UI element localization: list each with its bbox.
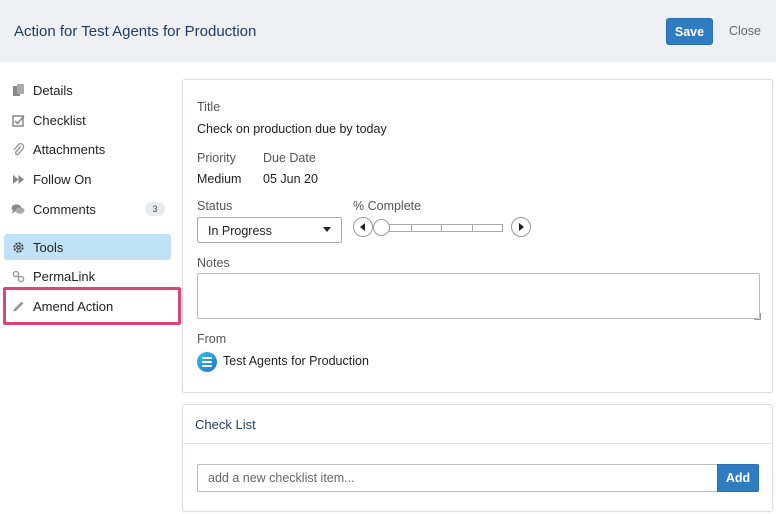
notes-label: Notes	[197, 256, 230, 270]
checklist-header: Check List	[183, 405, 772, 444]
link-icon	[10, 268, 26, 284]
from-value: Test Agents for Production	[223, 354, 369, 368]
title-value: Check on production due by today	[197, 122, 387, 136]
sidebar-item-comments[interactable]: Comments 3	[4, 196, 171, 222]
sidebar-item-attachments[interactable]: Attachments	[4, 136, 171, 162]
checklist-title: Check List	[195, 417, 256, 432]
sidebar-item-label: Comments	[33, 202, 96, 217]
page-title: Action for Test Agents for Production	[14, 23, 257, 40]
checkbox-icon	[10, 112, 26, 128]
resize-grip-icon[interactable]	[754, 313, 761, 320]
gear-icon	[10, 239, 26, 255]
fast-forward-icon	[10, 171, 26, 187]
sidebar-item-label: Attachments	[33, 142, 106, 157]
paperclip-icon	[10, 141, 26, 157]
sidebar-item-follow-on[interactable]: Follow On	[4, 166, 171, 192]
chat-bubble-icon	[10, 201, 26, 217]
action-details-card: Title Check on production due by today P…	[182, 79, 773, 393]
sidebar-item-label: Follow On	[33, 172, 92, 187]
sidebar-item-permalink[interactable]: PermaLink	[4, 263, 171, 289]
status-selected-value: In Progress	[208, 224, 272, 238]
percent-complete-label: % Complete	[353, 199, 422, 213]
percent-complete-slider[interactable]	[380, 224, 503, 232]
due-date-value: 05 Jun 20	[263, 172, 318, 186]
checklist-card: Check List Add	[182, 404, 773, 512]
sidebar-item-amend-action[interactable]: Amend Action	[4, 293, 171, 319]
sidebar-item-details[interactable]: Details	[4, 77, 171, 103]
increase-button[interactable]	[511, 217, 531, 237]
sidebar-item-label: PermaLink	[33, 269, 96, 284]
save-button[interactable]: Save	[666, 18, 713, 45]
priority-value: Medium	[197, 172, 242, 186]
caret-down-icon	[323, 227, 331, 232]
comments-count-badge: 3	[145, 202, 165, 216]
title-label: Title	[197, 100, 221, 114]
sidebar-item-label: Checklist	[33, 113, 86, 128]
sidebar-item-tools[interactable]: Tools	[4, 234, 171, 260]
slider-tick	[411, 225, 412, 231]
sidebar-item-label: Details	[33, 83, 73, 98]
arrow-right-icon	[519, 223, 524, 231]
status-select[interactable]: In Progress	[197, 217, 342, 243]
sidebar-item-label: Tools	[33, 240, 64, 255]
priority-label: Priority	[197, 151, 236, 165]
notes-textarea[interactable]	[197, 273, 760, 319]
slider-tick	[441, 225, 442, 231]
organization-logo-icon	[197, 352, 217, 372]
decrease-button[interactable]	[353, 217, 373, 237]
checklist-item-input[interactable]	[197, 464, 717, 492]
slider-tick	[472, 225, 473, 231]
header-bar: Action for Test Agents for Production Sa…	[0, 0, 776, 62]
from-label: From	[197, 332, 227, 346]
status-label: Status	[197, 199, 233, 213]
sidebar-item-checklist[interactable]: Checklist	[4, 107, 171, 133]
slider-thumb[interactable]	[373, 219, 390, 236]
sidebar-item-label: Amend Action	[33, 299, 114, 314]
document-icon	[10, 82, 26, 98]
add-checklist-item-button[interactable]: Add	[717, 464, 759, 492]
close-button[interactable]: Close	[729, 24, 761, 38]
pencil-icon	[10, 298, 26, 314]
arrow-left-icon	[360, 223, 365, 231]
due-date-label: Due Date	[263, 151, 316, 165]
